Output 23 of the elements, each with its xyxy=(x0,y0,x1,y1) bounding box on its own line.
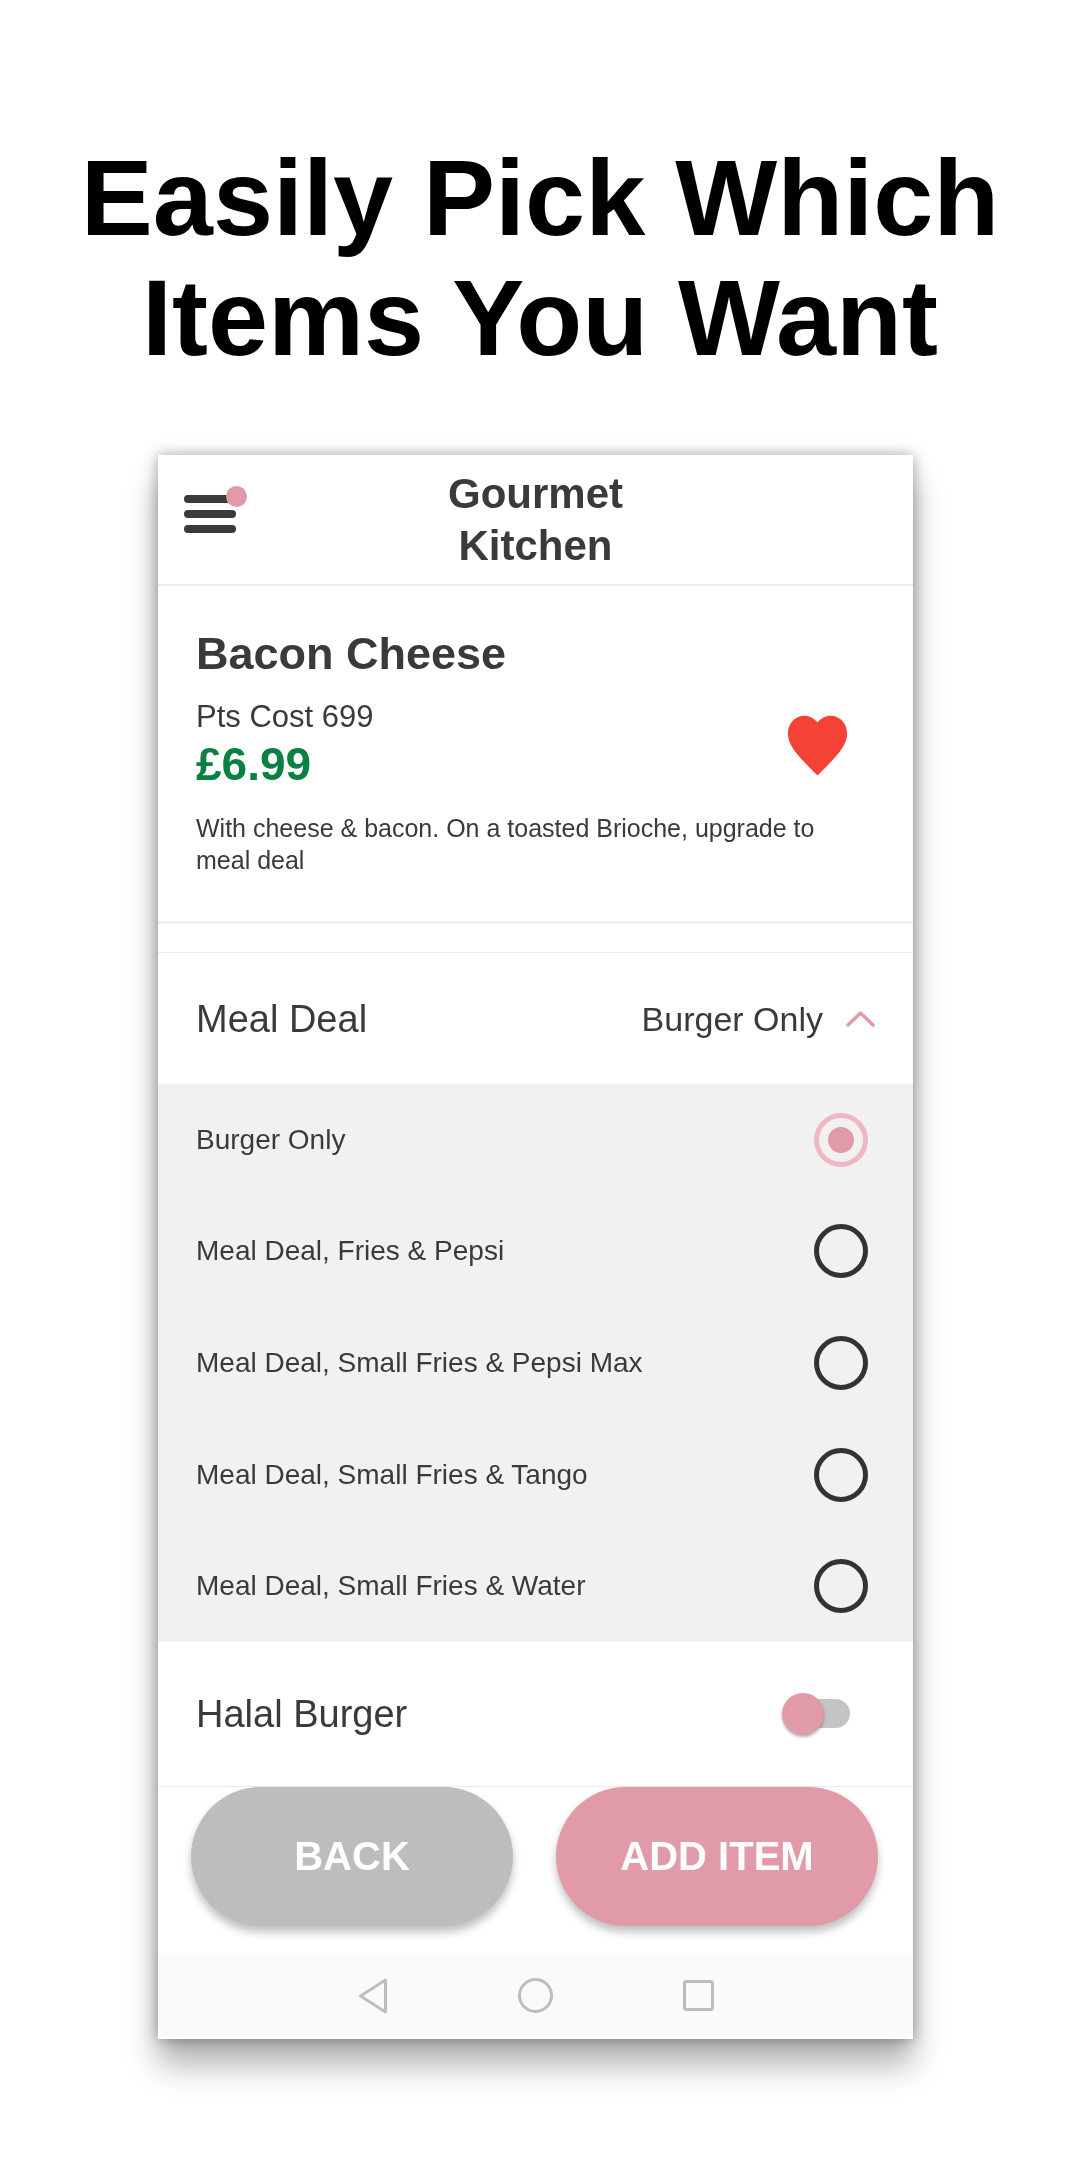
radio-button[interactable] xyxy=(814,1336,868,1390)
toggle-label: Halal Burger xyxy=(196,1691,408,1737)
points-cost: Pts Cost 699 xyxy=(196,698,374,736)
headline: Easily Pick Which Items You Want xyxy=(79,138,1001,378)
selected-option-value: Burger Only xyxy=(641,998,823,1040)
option-label: Meal Deal, Small Fries & Pepsi Max xyxy=(196,1346,643,1380)
option-label: Meal Deal, Small Fries & Tango xyxy=(196,1457,588,1492)
option-label: Burger Only xyxy=(196,1122,346,1157)
add-item-button[interactable]: ADD ITEM xyxy=(556,1786,878,1926)
radio-button[interactable] xyxy=(814,1447,868,1502)
option-label: Meal Deal, Fries & Pepsi xyxy=(196,1234,505,1269)
menu-icon xyxy=(184,495,236,533)
item-name: Bacon Cheese xyxy=(196,627,507,681)
item-description: With cheese & bacon. On a toasted Brioche, upgrade to meal deal xyxy=(196,813,816,876)
option-label: Meal Deal, Small Fries & Water xyxy=(196,1569,586,1604)
item-price: £6.99 xyxy=(196,737,312,792)
radio-button[interactable] xyxy=(814,1559,868,1614)
toggle-switch[interactable] xyxy=(782,1692,850,1735)
option-group-title: Meal Deal xyxy=(196,996,368,1042)
app-title: Gourmet Kitchen xyxy=(447,468,624,571)
menu-button[interactable] xyxy=(184,486,247,533)
back-button[interactable]: BACK xyxy=(191,1786,513,1926)
radio-button[interactable] xyxy=(814,1224,868,1279)
